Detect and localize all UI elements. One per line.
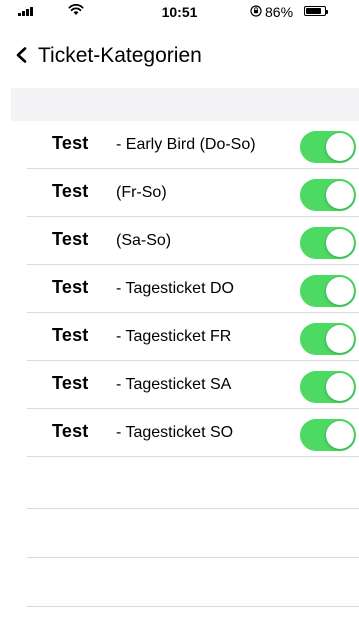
toggle-knob	[326, 277, 354, 305]
category-toggle[interactable]	[300, 323, 356, 355]
empty-rows	[0, 460, 359, 607]
orientation-lock-icon	[250, 5, 262, 17]
category-name: Test	[52, 181, 89, 201]
category-toggle[interactable]	[300, 179, 356, 211]
category-toggle[interactable]	[300, 371, 356, 403]
category-name: Test	[52, 421, 89, 441]
category-name: Test	[52, 325, 89, 345]
category-row: Test - Tagesticket SA	[0, 361, 359, 409]
empty-row	[0, 460, 359, 509]
toggle-knob	[326, 229, 354, 257]
category-name: Test	[52, 277, 89, 297]
category-toggle[interactable]	[300, 227, 356, 259]
category-description: - Tagesticket DO	[116, 280, 234, 297]
category-row: Test - Tagesticket SO	[0, 409, 359, 457]
category-row: Test - Tagesticket DO	[0, 265, 359, 313]
toggle-knob	[326, 181, 354, 209]
category-toggle[interactable]	[300, 419, 356, 451]
category-description: - Tagesticket FR	[116, 328, 232, 345]
category-list: Test - Early Bird (Do-So) Test (Fr-So) Test (…	[0, 121, 359, 457]
category-name: Test	[52, 133, 89, 153]
category-description: (Sa-So)	[116, 232, 172, 249]
toggle-knob	[326, 325, 354, 353]
category-description: - Tagesticket SA	[116, 376, 232, 393]
battery-icon	[304, 6, 328, 16]
empty-row	[0, 558, 359, 607]
battery-percentage: 86%	[265, 4, 294, 20]
category-toggle[interactable]	[300, 131, 356, 163]
category-name: Test	[52, 229, 89, 249]
category-description: (Fr-So)	[116, 184, 167, 201]
navigation-bar: Ticket-Kategorien	[0, 36, 359, 76]
category-row: Test - Early Bird (Do-So)	[0, 121, 359, 169]
empty-row	[0, 509, 359, 558]
section-header	[11, 88, 359, 121]
toggle-knob	[326, 421, 354, 449]
category-description: - Tagesticket SO	[116, 424, 234, 441]
category-name: Test	[52, 373, 89, 393]
category-row: Test (Fr-So)	[0, 169, 359, 217]
chevron-left-icon[interactable]	[15, 47, 28, 63]
category-row: Test (Sa-So)	[0, 217, 359, 265]
page-title: Ticket-Kategorien	[38, 44, 202, 67]
status-bar: 10:51 86%	[0, 0, 359, 22]
category-row: Test - Tagesticket FR	[0, 313, 359, 361]
category-description: - Early Bird (Do-So)	[116, 136, 256, 153]
category-toggle[interactable]	[300, 275, 356, 307]
toggle-knob	[326, 373, 354, 401]
toggle-knob	[326, 133, 354, 161]
